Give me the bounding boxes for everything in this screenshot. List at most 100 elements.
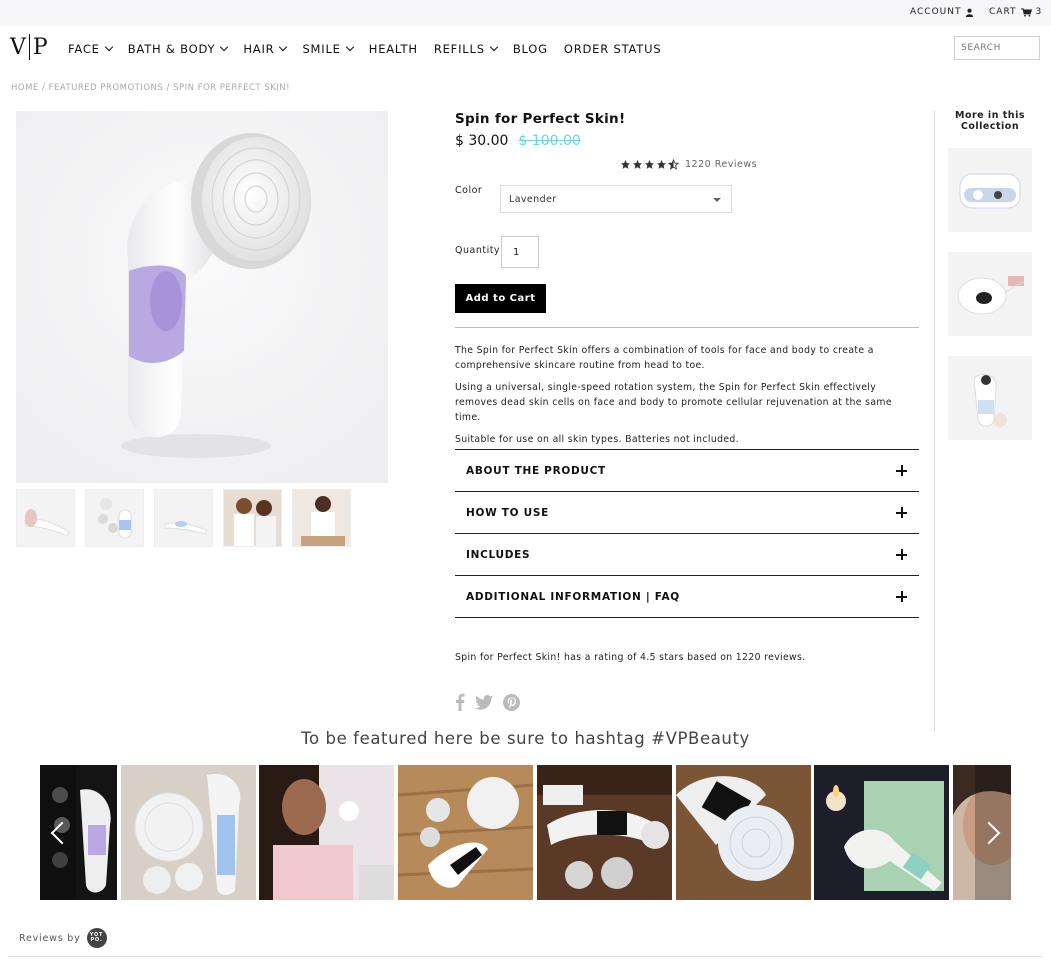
user-icon bbox=[966, 8, 974, 17]
product-main-image[interactable] bbox=[16, 111, 388, 483]
plus-icon bbox=[896, 507, 907, 518]
spin-brush-illustration bbox=[16, 111, 388, 483]
logo-left: V bbox=[10, 34, 26, 60]
product-description: The Spin for Perfect Skin offers a combi… bbox=[455, 343, 919, 454]
gallery-photo[interactable] bbox=[259, 765, 394, 900]
compare-price: $ 100.00 bbox=[518, 133, 581, 149]
accordion-label: ABOUT THE PRODUCT bbox=[466, 464, 606, 477]
hashtag-heading: To be featured here be sure to hashtag #… bbox=[301, 729, 750, 748]
thumbnail[interactable] bbox=[85, 489, 144, 547]
twitter-icon[interactable] bbox=[475, 694, 493, 710]
chevron-down-icon bbox=[279, 42, 288, 52]
footer-divider bbox=[9, 956, 1042, 957]
price-row: $ 30.00 $ 100.00 bbox=[455, 133, 919, 149]
chevron-right-icon bbox=[977, 821, 1001, 844]
color-selected-value: Lavender bbox=[509, 194, 557, 205]
gallery-prev-button[interactable] bbox=[40, 765, 76, 900]
account-label: ACCOUNT bbox=[910, 7, 962, 17]
description-paragraph: Suitable for use on all skin types. Batt… bbox=[455, 434, 739, 445]
star-icon bbox=[644, 159, 655, 169]
rating-summary[interactable]: 1220 Reviews bbox=[620, 159, 757, 170]
thumbnail[interactable] bbox=[223, 489, 282, 547]
divider bbox=[455, 327, 919, 328]
chevron-down-icon bbox=[104, 42, 113, 52]
quantity-label: Quantity bbox=[455, 245, 501, 256]
star-rating bbox=[620, 159, 679, 170]
thumbnail[interactable] bbox=[154, 489, 213, 547]
accordion-label: HOW TO USE bbox=[466, 506, 549, 519]
reviews-by-label: Reviews by bbox=[19, 932, 81, 944]
gallery-photo[interactable] bbox=[398, 765, 533, 900]
utility-bar: ACCOUNT CART 3 bbox=[0, 0, 1051, 26]
logo-right: P bbox=[32, 34, 48, 60]
nav-item-smile[interactable]: SMILE bbox=[302, 42, 354, 56]
gallery-photo[interactable] bbox=[676, 765, 811, 900]
nav-item-bath-body[interactable]: BATH & BODY bbox=[128, 42, 229, 56]
accordion-label: INCLUDES bbox=[466, 548, 531, 561]
gallery-photo[interactable] bbox=[121, 765, 256, 900]
nav-item-refills[interactable]: REFILLS bbox=[434, 42, 499, 56]
cart-link[interactable]: CART 3 bbox=[989, 7, 1042, 17]
accordion-how-to-use[interactable]: HOW TO USE bbox=[455, 492, 919, 534]
nav-item-blog[interactable]: BLOG bbox=[513, 42, 548, 56]
thumbnail[interactable] bbox=[16, 489, 75, 547]
search-input[interactable] bbox=[954, 36, 1040, 60]
thumbnail[interactable] bbox=[292, 489, 351, 547]
accordion-additional-info[interactable]: ADDITIONAL INFORMATION | FAQ bbox=[455, 576, 919, 618]
plus-icon bbox=[896, 549, 907, 560]
star-icon bbox=[620, 159, 631, 169]
pinterest-icon[interactable] bbox=[503, 693, 520, 711]
star-half-icon bbox=[668, 159, 679, 170]
star-icon bbox=[656, 159, 667, 169]
accordion-includes[interactable]: INCLUDES bbox=[455, 534, 919, 576]
description-paragraph: The Spin for Perfect Skin offers a combi… bbox=[455, 345, 874, 371]
cart-icon bbox=[1020, 7, 1032, 17]
reviews-by[interactable]: Reviews by YOT PO. bbox=[19, 928, 107, 948]
chevron-down-icon bbox=[489, 42, 499, 52]
quantity-input[interactable]: 1 bbox=[501, 236, 539, 268]
caret-down-icon bbox=[713, 198, 721, 202]
collection-item[interactable] bbox=[948, 252, 1032, 336]
rail-title: More in this Collection bbox=[955, 110, 1025, 132]
account-link[interactable]: ACCOUNT bbox=[910, 7, 974, 17]
nav-item-label: BLOG bbox=[512, 42, 548, 56]
accordion-label: ADDITIONAL INFORMATION | FAQ bbox=[466, 590, 680, 603]
logo-divider bbox=[28, 34, 30, 60]
chevron-left-icon bbox=[50, 821, 74, 844]
sale-price: $ 30.00 bbox=[455, 133, 509, 149]
accordion-about-product[interactable]: ABOUT THE PRODUCT bbox=[455, 450, 919, 492]
gallery-photo[interactable] bbox=[537, 765, 672, 900]
star-icon bbox=[632, 159, 643, 169]
plus-icon bbox=[896, 465, 907, 476]
nav-item-hair[interactable]: HAIR bbox=[243, 42, 288, 56]
nav-item-label: SMILE bbox=[302, 42, 341, 56]
rail-divider bbox=[934, 111, 935, 731]
color-option: Color Lavender bbox=[455, 185, 745, 213]
nav-item-face[interactable]: FACE bbox=[68, 42, 113, 56]
gallery-next-button[interactable] bbox=[975, 765, 1011, 900]
thumbnail-strip bbox=[16, 489, 351, 547]
gallery-photo[interactable] bbox=[814, 765, 949, 900]
main-nav: V P FACE BATH & BODY HAIR SMILE HEALTH R… bbox=[0, 26, 1051, 76]
ugc-gallery bbox=[40, 765, 1011, 900]
product-title: Spin for Perfect Skin! bbox=[455, 111, 626, 127]
description-paragraph: Using a universal, single-speed rotation… bbox=[455, 382, 892, 423]
site-logo[interactable]: V P bbox=[10, 34, 48, 60]
nav-item-label: HAIR bbox=[243, 42, 275, 56]
color-select[interactable]: Lavender bbox=[500, 185, 732, 213]
product-info: Spin for Perfect Skin! $ 30.00 $ 100.00 … bbox=[455, 111, 919, 711]
collection-item[interactable] bbox=[948, 356, 1032, 440]
rating-summary-text: Spin for Perfect Skin! has a rating of 4… bbox=[455, 652, 806, 663]
social-share bbox=[455, 693, 520, 711]
reviews-count: 1220 Reviews bbox=[685, 159, 758, 170]
nav-item-health[interactable]: HEALTH bbox=[369, 42, 418, 56]
cart-label: CART bbox=[989, 7, 1017, 17]
chevron-down-icon bbox=[345, 42, 354, 52]
facebook-icon[interactable] bbox=[455, 693, 465, 711]
breadcrumb[interactable]: HOME / FEATURED PROMOTIONS / SPIN FOR PE… bbox=[11, 83, 290, 93]
cart-count: 3 bbox=[1035, 7, 1043, 17]
collection-item[interactable] bbox=[948, 148, 1032, 232]
add-to-cart-button[interactable]: Add to Cart bbox=[455, 284, 546, 313]
nav-item-label: HEALTH bbox=[368, 42, 418, 56]
nav-item-order-status[interactable]: ORDER STATUS bbox=[564, 42, 662, 56]
